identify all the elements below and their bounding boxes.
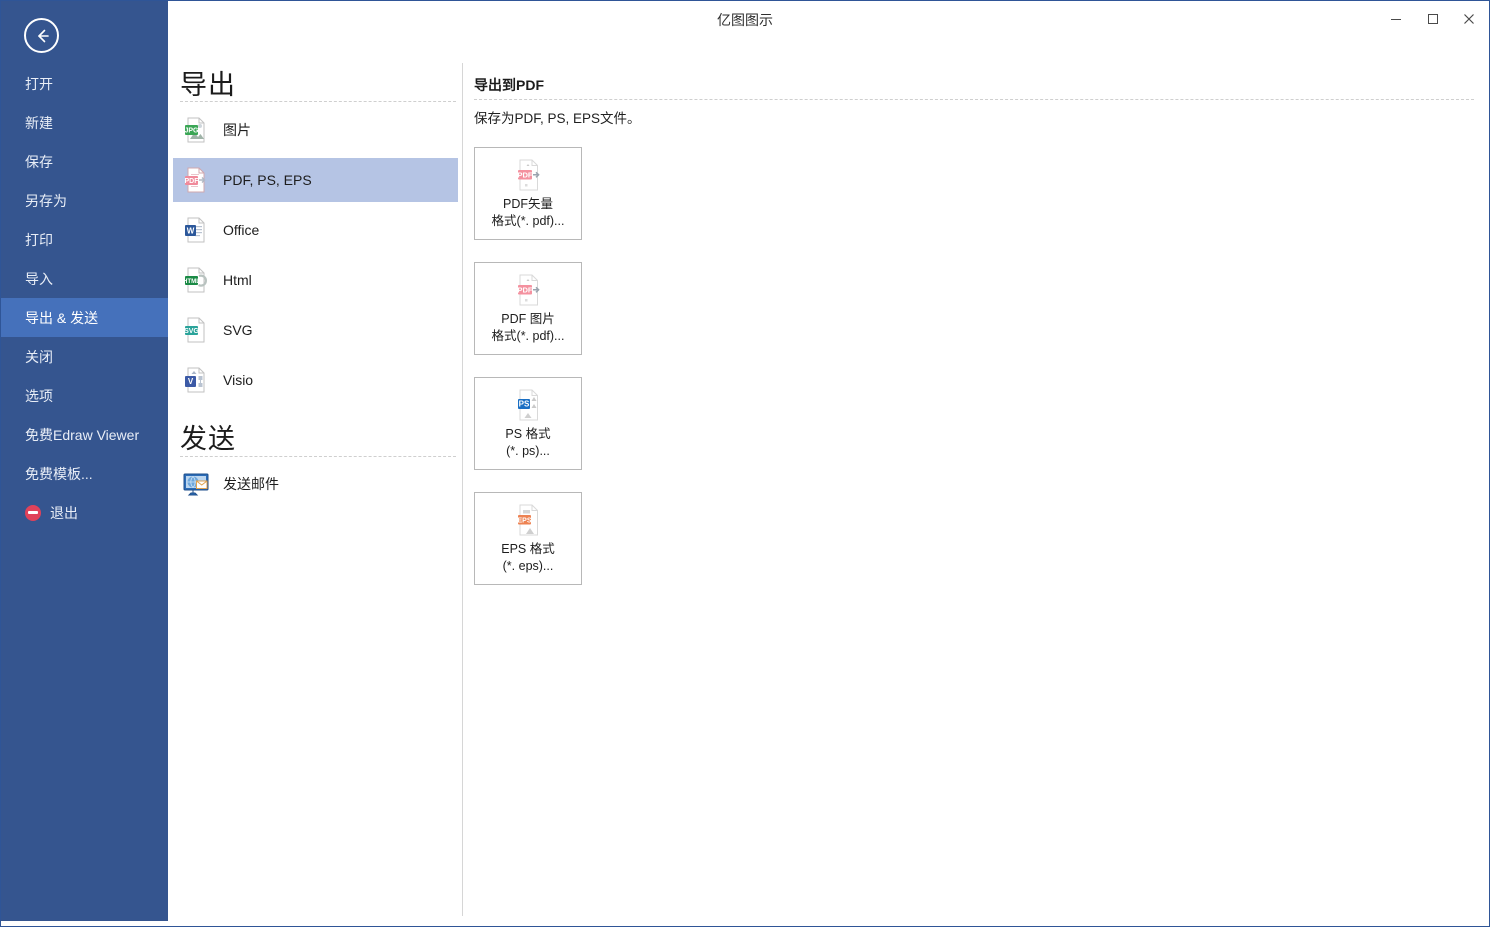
svg-file-icon: SVG: [181, 315, 211, 345]
sidebar-item-label: 打开: [25, 75, 53, 92]
pdf-vector-icon: PDF: [510, 157, 546, 193]
jpg-file-icon: JPG: [181, 115, 211, 145]
sidebar-item-label: 关闭: [25, 348, 53, 365]
window-title: 亿图图示: [717, 12, 773, 28]
svg-text:PDF: PDF: [518, 170, 533, 179]
format-card-pdf-image[interactable]: PDF PDF 图片 格式(*. pdf)...: [474, 262, 582, 355]
sidebar-item-label: 退出: [50, 504, 78, 521]
sidebar-item-label: 导出 & 发送: [25, 309, 99, 326]
panel-title-divider: [474, 99, 1474, 100]
title-bar: 亿图图示: [1, 1, 1489, 39]
sidebar-item-label: 另存为: [25, 192, 67, 209]
panel-description: 保存为PDF, PS, EPS文件。: [474, 111, 641, 126]
ps-file-icon: PS: [510, 387, 546, 423]
sidebar-item-import[interactable]: 导入: [1, 259, 168, 298]
sidebar-item-open[interactable]: 打开: [1, 64, 168, 103]
export-item-label: Html: [223, 272, 252, 288]
html-file-icon: HTML: [181, 265, 211, 295]
sidebar-item-new[interactable]: 新建: [1, 103, 168, 142]
sidebar-item-save-as[interactable]: 另存为: [1, 181, 168, 220]
export-column: 导出 JPG 图片 PDF PDF, PS, EPS W Office HTML…: [168, 39, 462, 921]
svg-text:PDF: PDF: [518, 285, 533, 294]
sidebar-item-export-send[interactable]: 导出 & 发送: [1, 298, 168, 337]
export-item-html[interactable]: HTML Html: [173, 258, 458, 302]
export-detail-panel: 导出到PDF 保存为PDF, PS, EPS文件。 PDF PDF矢量 格式(*…: [463, 39, 1489, 921]
sidebar-item-label: 保存: [25, 153, 53, 170]
svg-text:EPS: EPS: [517, 517, 531, 524]
export-item-image[interactable]: JPG 图片: [173, 108, 458, 152]
export-item-pdf-ps-eps[interactable]: PDF PDF, PS, EPS: [173, 158, 458, 202]
backstage-sidebar: 打开 新建 保存 另存为 打印 导入 导出 & 发送 关闭 选项 免费Edraw…: [1, 1, 168, 921]
export-item-label: PDF, PS, EPS: [223, 172, 312, 188]
export-item-svg[interactable]: SVG SVG: [173, 308, 458, 352]
sidebar-item-free-templates[interactable]: 免费模板...: [1, 454, 168, 493]
sidebar-item-label: 新建: [25, 114, 53, 131]
send-item-email[interactable]: 发送邮件: [173, 462, 458, 506]
send-heading: 发送: [180, 424, 236, 454]
sidebar-item-label: 免费Edraw Viewer: [25, 426, 140, 443]
send-mail-icon: [181, 469, 211, 499]
export-heading-divider: [180, 101, 456, 102]
visio-file-icon: V: [181, 365, 211, 395]
svg-text:PDF: PDF: [185, 178, 200, 185]
export-item-office[interactable]: W Office: [173, 208, 458, 252]
sidebar-item-save[interactable]: 保存: [1, 142, 168, 181]
close-button[interactable]: [1454, 5, 1484, 33]
export-item-label: 图片: [223, 122, 251, 138]
sidebar-item-label: 免费模板...: [25, 465, 93, 482]
send-heading-divider: [180, 456, 456, 457]
panel-title: 导出到PDF: [474, 77, 544, 93]
sidebar-item-label: 导入: [25, 270, 53, 287]
svg-text:SVG: SVG: [184, 328, 199, 335]
export-heading: 导出: [180, 70, 236, 100]
format-card-ps[interactable]: PS PS 格式 (*. ps)...: [474, 377, 582, 470]
svg-text:JPG: JPG: [184, 128, 199, 135]
svg-text:W: W: [187, 226, 195, 235]
sidebar-item-close[interactable]: 关闭: [1, 337, 168, 376]
back-arrow-icon[interactable]: [24, 18, 59, 53]
sidebar-item-label: 打印: [25, 231, 53, 248]
export-item-label: SVG: [223, 322, 253, 338]
eps-file-icon: EPS: [510, 502, 546, 538]
sidebar-item-edraw-viewer[interactable]: 免费Edraw Viewer: [1, 415, 168, 454]
maximize-button[interactable]: [1418, 5, 1448, 33]
edraw-backstage-window: 亿图图示 eva 打开 新建 保存: [0, 0, 1490, 927]
format-card-label: PDF 图片 格式(*. pdf)...: [491, 312, 565, 343]
export-item-visio[interactable]: V Visio: [173, 358, 458, 402]
sidebar-item-exit[interactable]: 退出: [1, 493, 168, 532]
minimize-button[interactable]: [1381, 5, 1411, 33]
sidebar-item-print[interactable]: 打印: [1, 220, 168, 259]
format-card-label: EPS 格式 (*. eps)...: [501, 542, 555, 573]
exit-icon: [25, 504, 41, 521]
format-card-label: PS 格式 (*. ps)...: [505, 427, 551, 458]
sidebar-item-label: 选项: [25, 387, 53, 404]
send-item-label: 发送邮件: [223, 476, 279, 492]
export-item-label: Office: [223, 222, 260, 238]
pdf-file-icon: PDF: [181, 165, 211, 195]
svg-text:V: V: [188, 377, 194, 386]
pdf-image-icon: PDF: [510, 272, 546, 308]
word-file-icon: W: [181, 215, 211, 245]
format-card-pdf-vector[interactable]: PDF PDF矢量 格式(*. pdf)...: [474, 147, 582, 240]
sidebar-item-options[interactable]: 选项: [1, 376, 168, 415]
svg-text:HTML: HTML: [183, 278, 200, 285]
export-item-label: Visio: [223, 372, 254, 388]
format-card-eps[interactable]: EPS EPS 格式 (*. eps)...: [474, 492, 582, 585]
format-card-label: PDF矢量 格式(*. pdf)...: [491, 197, 565, 228]
svg-text:PS: PS: [519, 400, 530, 409]
